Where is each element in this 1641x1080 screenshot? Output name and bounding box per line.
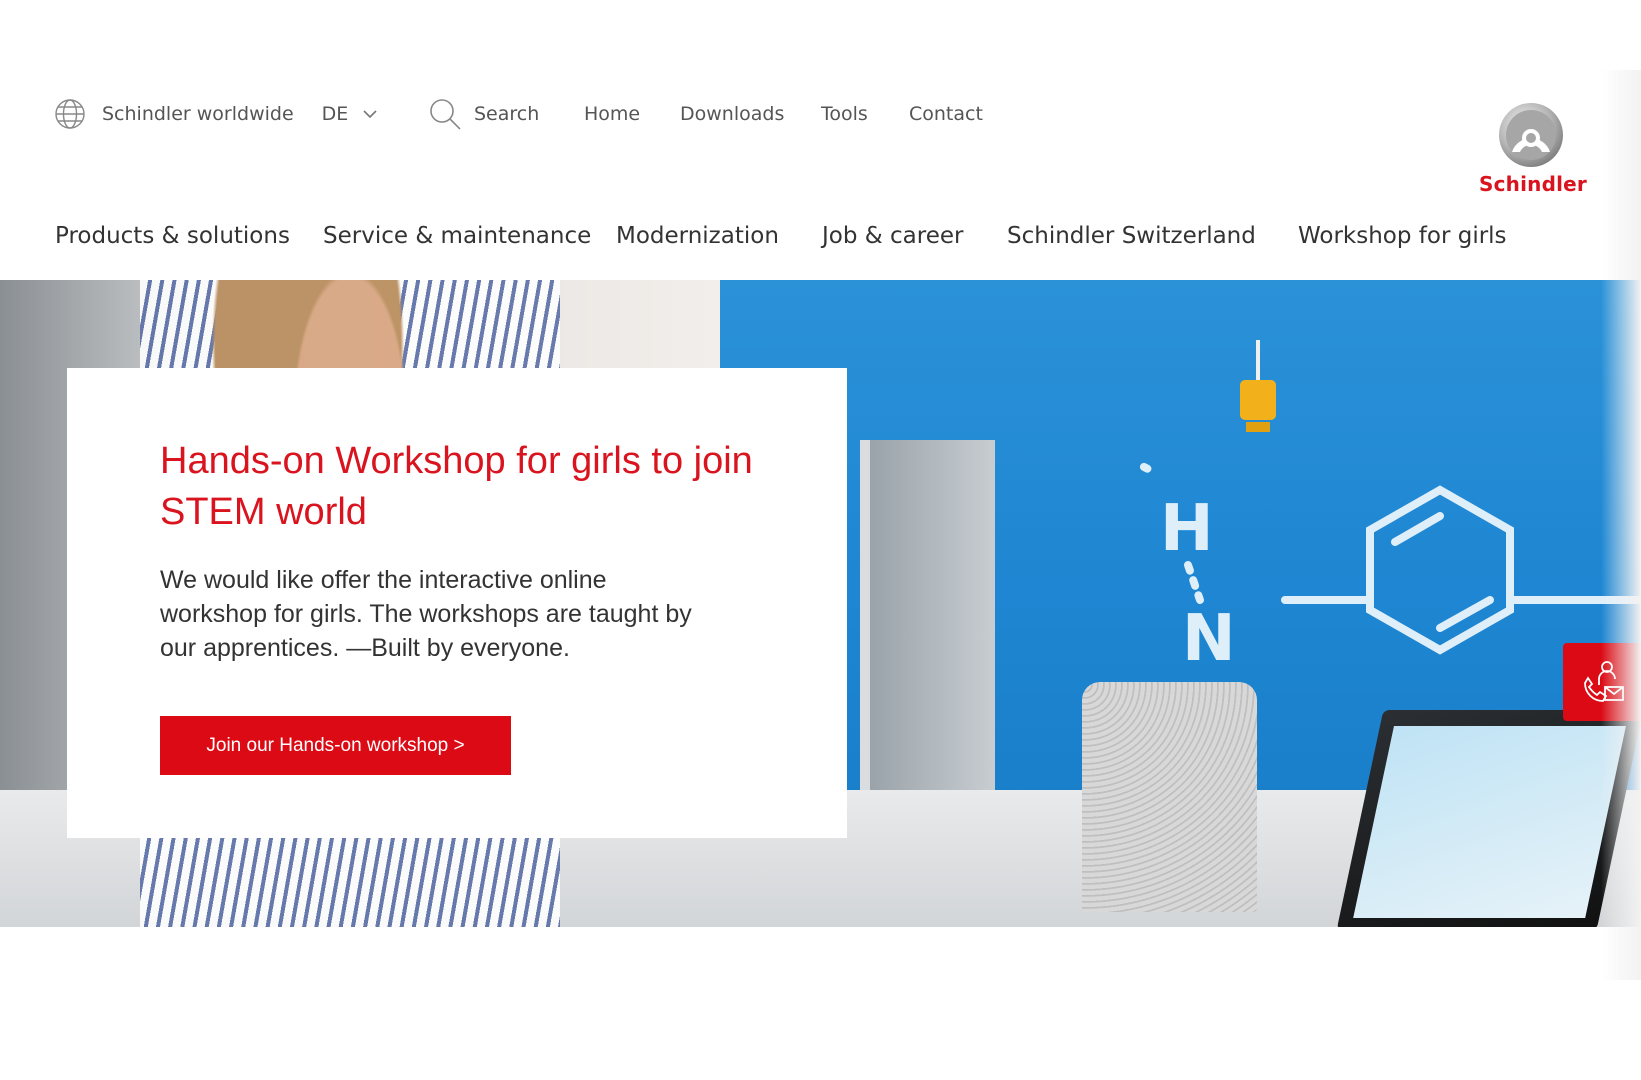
join-workshop-button[interactable]: Join our Hands-on workshop > bbox=[160, 716, 511, 775]
downloads-link[interactable]: Downloads bbox=[680, 103, 784, 125]
globe-icon[interactable] bbox=[54, 98, 86, 130]
nav-modernization[interactable]: Modernization bbox=[616, 223, 779, 249]
hero-description: We would like offer the interactive onli… bbox=[160, 566, 692, 662]
hero-laptop bbox=[1336, 710, 1641, 927]
search-icon bbox=[430, 99, 461, 130]
hero-door bbox=[860, 440, 995, 800]
home-link[interactable]: Home bbox=[584, 103, 640, 125]
hero-banner: H N Hands-on Workshop for girls to join … bbox=[0, 280, 1641, 927]
contact-phone-mail-icon bbox=[1584, 661, 1624, 702]
hanging-device bbox=[1240, 340, 1276, 432]
language-selector[interactable]: DE bbox=[322, 103, 379, 125]
hero-title: Hands-on Workshop for girls to join STEM… bbox=[160, 440, 753, 533]
tools-link[interactable]: Tools bbox=[821, 103, 868, 125]
nav-job-career[interactable]: Job & career bbox=[822, 223, 963, 249]
worldwide-link[interactable]: Schindler worldwide bbox=[102, 103, 294, 125]
hero-card: Hands-on Workshop for girls to join STEM… bbox=[67, 368, 847, 838]
chevron-down-icon bbox=[363, 110, 377, 119]
contact-link[interactable]: Contact bbox=[909, 103, 983, 125]
nav-schindler-switzerland[interactable]: Schindler Switzerland bbox=[1007, 223, 1256, 249]
nav-service-maintenance[interactable]: Service & maintenance bbox=[323, 223, 591, 249]
utility-bar: Schindler worldwide DE Search Home Downl… bbox=[54, 97, 983, 131]
svg-text:N: N bbox=[1182, 602, 1236, 676]
nav-workshop-for-girls[interactable]: Workshop for girls bbox=[1298, 223, 1507, 249]
search-button[interactable]: Search bbox=[428, 97, 539, 131]
search-label: Search bbox=[474, 103, 540, 125]
nav-products-solutions[interactable]: Products & solutions bbox=[55, 223, 290, 249]
svg-text:H: H bbox=[1160, 492, 1214, 566]
schindler-emblem-icon bbox=[1499, 103, 1563, 167]
page: Schindler worldwide DE Search Home Downl… bbox=[0, 70, 1641, 980]
logo-wordmark: Schindler bbox=[1479, 172, 1587, 196]
contact-floating-button[interactable] bbox=[1563, 643, 1641, 721]
language-label: DE bbox=[321, 103, 349, 125]
schindler-logo[interactable]: Schindler bbox=[1478, 102, 1588, 196]
hero-speaker bbox=[1082, 682, 1257, 912]
